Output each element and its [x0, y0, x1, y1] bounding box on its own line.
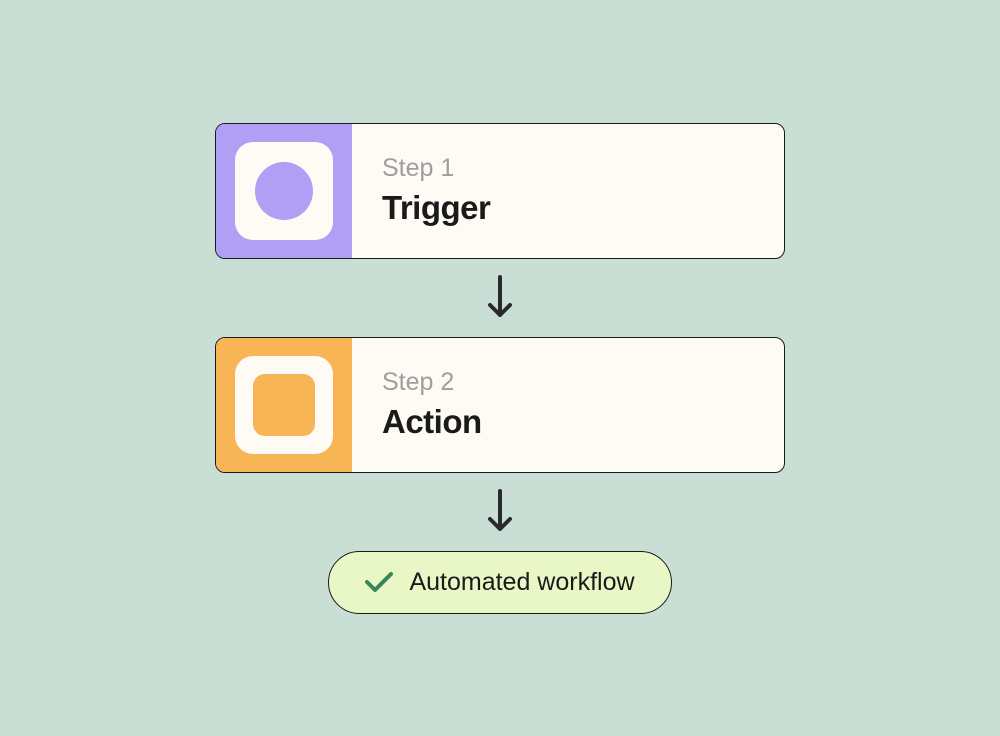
square-icon: [253, 374, 315, 436]
trigger-step-content: Step 1 Trigger: [352, 124, 520, 258]
action-step-content: Step 2 Action: [352, 338, 512, 472]
icon-frame: [235, 356, 333, 454]
action-icon-container: [216, 338, 352, 472]
step-title: Trigger: [382, 189, 490, 227]
result-pill: Automated workflow: [328, 551, 671, 614]
icon-frame: [235, 142, 333, 240]
step-label: Step 2: [382, 368, 482, 397]
checkmark-icon: [365, 571, 393, 593]
arrow-down-icon: [485, 275, 515, 321]
action-step-card: Step 2 Action: [215, 337, 785, 473]
trigger-step-card: Step 1 Trigger: [215, 123, 785, 259]
arrow-down-icon: [485, 489, 515, 535]
step-title: Action: [382, 403, 482, 441]
trigger-icon-container: [216, 124, 352, 258]
workflow-diagram: Step 1 Trigger Step 2 Action: [215, 123, 785, 614]
circle-icon: [255, 162, 313, 220]
result-label: Automated workflow: [409, 568, 634, 597]
step-label: Step 1: [382, 154, 490, 183]
